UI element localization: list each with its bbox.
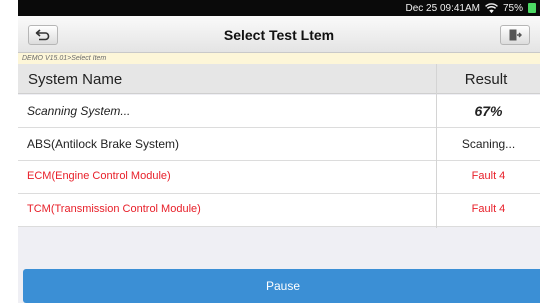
system-result: 67% (474, 103, 503, 119)
page-title: Select Test Ltem (223, 27, 335, 43)
system-name: ECM(Engine Control Module) (27, 170, 171, 182)
system-list: Scanning System... 67% ABS(Antilock Brak… (18, 95, 540, 227)
status-bar: Dec 25 09:41AM 75% (18, 0, 540, 16)
app-screen: Dec 25 09:41AM 75% Select Test Ltem DEMO… (18, 0, 540, 303)
device-bezel (0, 0, 18, 303)
list-empty-area (18, 228, 540, 268)
table-row[interactable]: ECM(Engine Control Module) Fault 4 (18, 161, 540, 194)
battery-icon (528, 3, 536, 13)
system-result: Fault 4 (471, 203, 506, 215)
column-header-system-name: System Name (28, 71, 123, 88)
status-indicators: Dec 25 09:41AM 75% (405, 2, 536, 14)
table-row[interactable]: TCM(Transmission Control Module) Fault 4 (18, 194, 540, 227)
exit-button[interactable] (500, 25, 530, 45)
system-name: ABS(Antilock Brake System) (27, 137, 180, 151)
table-row[interactable]: Scanning System... 67% (18, 95, 540, 128)
column-divider (436, 64, 437, 228)
table-row[interactable]: ABS(Antilock Brake System) Scaning... (18, 128, 540, 161)
status-time: Dec 25 09:41AM (405, 2, 480, 14)
column-header-result: Result (464, 71, 508, 88)
exit-door-icon (509, 29, 522, 41)
back-arrow-icon (35, 29, 50, 41)
wifi-icon (485, 2, 498, 13)
device-frame: Dec 25 09:41AM 75% Select Test Ltem DEMO… (0, 0, 540, 303)
title-bar: Select Test Ltem (18, 16, 540, 53)
system-result: Scaning... (461, 137, 516, 151)
back-button[interactable] (28, 25, 58, 45)
table-header: System Name Result (18, 64, 540, 94)
system-result: Fault 4 (471, 170, 506, 182)
pause-button[interactable]: Pause (23, 269, 540, 303)
system-name: TCM(Transmission Control Module) (27, 203, 201, 215)
system-name: Scanning System... (27, 104, 131, 118)
battery-percent: 75% (502, 2, 523, 14)
breadcrumb: DEMO V15.01>Select Item (18, 53, 540, 64)
